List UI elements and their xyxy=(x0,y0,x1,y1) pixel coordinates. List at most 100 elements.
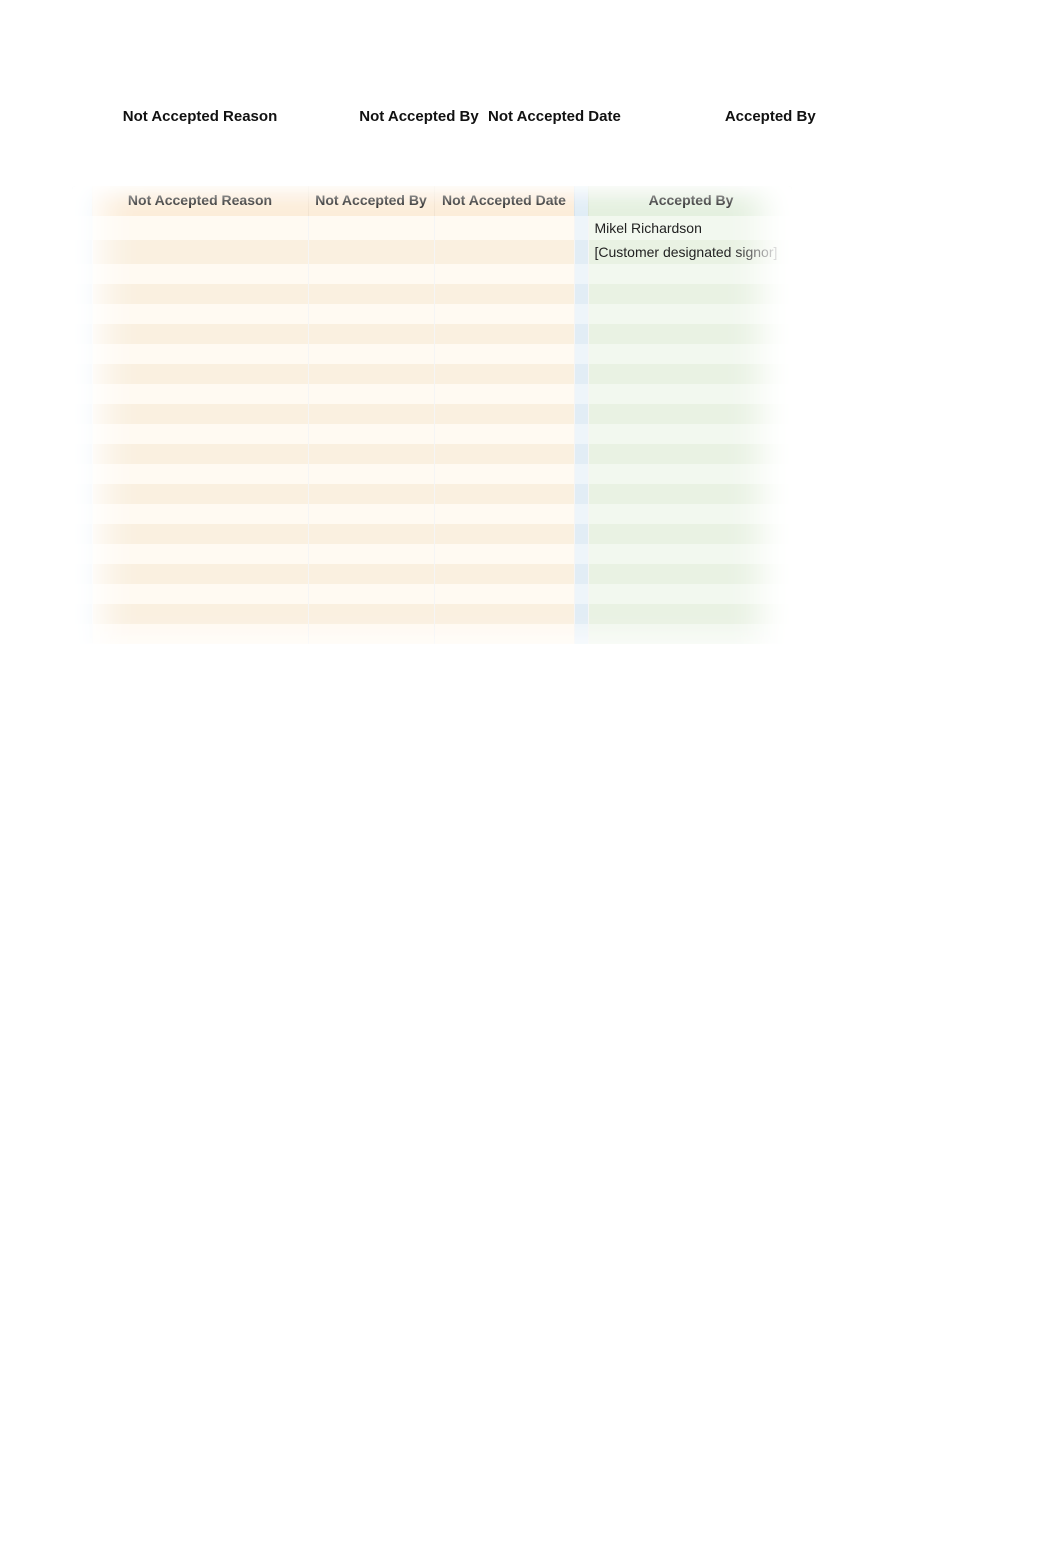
cell-index xyxy=(72,284,92,304)
cell-accepted-by xyxy=(588,264,792,284)
cell-not-accepted-reason xyxy=(92,344,308,364)
cell-spacer xyxy=(574,240,588,264)
cell-not-accepted-reason xyxy=(92,216,308,240)
outline-header: Not Accepted Reason Not Accepted By Not … xyxy=(92,108,931,125)
table-row xyxy=(72,384,792,404)
cell-spacer xyxy=(574,404,588,424)
cell-not-accepted-by xyxy=(308,264,434,284)
table-row xyxy=(72,604,792,624)
table-row xyxy=(72,444,792,464)
col-header-not-accepted-by: Not Accepted By xyxy=(308,186,434,216)
cell-not-accepted-date xyxy=(434,384,574,404)
cell-accepted-by xyxy=(588,544,792,564)
cell-not-accepted-date xyxy=(434,216,574,240)
cell-accepted-by xyxy=(588,524,792,544)
cell-not-accepted-date xyxy=(434,364,574,384)
cell-not-accepted-by xyxy=(308,324,434,344)
cell-not-accepted-reason xyxy=(92,240,308,264)
cell-not-accepted-by xyxy=(308,564,434,584)
table-preview: Not Accepted Reason Not Accepted By Not … xyxy=(72,186,792,710)
col-header-index xyxy=(72,186,92,216)
cell-index xyxy=(72,584,92,604)
col-header-accepted-by: Accepted By xyxy=(588,186,792,216)
cell-spacer xyxy=(574,384,588,404)
cell-not-accepted-reason xyxy=(92,284,308,304)
cell-not-accepted-date xyxy=(434,504,574,524)
cell-accepted-by xyxy=(588,404,792,424)
cell-not-accepted-reason xyxy=(92,624,308,644)
table-row xyxy=(72,464,792,484)
cell-spacer xyxy=(574,484,588,504)
cell-not-accepted-by xyxy=(308,444,434,464)
cell-index xyxy=(72,304,92,324)
cell-not-accepted-date xyxy=(434,344,574,364)
cell-not-accepted-reason xyxy=(92,464,308,484)
cell-not-accepted-date xyxy=(434,584,574,604)
table-row: [Customer designated signor] xyxy=(72,240,792,264)
cell-not-accepted-date xyxy=(434,544,574,564)
cell-not-accepted-date xyxy=(434,524,574,544)
cell-spacer xyxy=(574,344,588,364)
table-row xyxy=(72,364,792,384)
cell-not-accepted-reason xyxy=(92,304,308,324)
cell-spacer xyxy=(574,544,588,564)
cell-not-accepted-by xyxy=(308,584,434,604)
cell-not-accepted-date xyxy=(434,464,574,484)
cell-not-accepted-by xyxy=(308,344,434,364)
table-row xyxy=(72,584,792,604)
outline-header-col-by: Not Accepted By xyxy=(356,108,482,125)
table-row xyxy=(72,564,792,584)
cell-index xyxy=(72,424,92,444)
cell-not-accepted-by xyxy=(308,284,434,304)
cell-not-accepted-by xyxy=(308,404,434,424)
cell-not-accepted-date xyxy=(434,444,574,464)
cell-not-accepted-by xyxy=(308,364,434,384)
cell-accepted-by: Mikel Richardson xyxy=(588,216,792,240)
cell-index xyxy=(72,564,92,584)
cell-accepted-by xyxy=(588,624,792,644)
cell-spacer xyxy=(574,464,588,484)
table-row xyxy=(72,504,792,524)
acceptance-table: Not Accepted Reason Not Accepted By Not … xyxy=(72,186,792,644)
cell-spacer xyxy=(574,584,588,604)
cell-index xyxy=(72,240,92,264)
cell-accepted-by xyxy=(588,484,792,504)
cell-not-accepted-by xyxy=(308,544,434,564)
cell-index xyxy=(72,604,92,624)
cell-not-accepted-date xyxy=(434,624,574,644)
col-header-spacer xyxy=(574,186,588,216)
cell-not-accepted-date xyxy=(434,424,574,444)
cell-accepted-by xyxy=(588,304,792,324)
table-row xyxy=(72,284,792,304)
cell-accepted-by xyxy=(588,344,792,364)
cell-not-accepted-by xyxy=(308,216,434,240)
cell-not-accepted-reason xyxy=(92,424,308,444)
cell-not-accepted-by xyxy=(308,464,434,484)
cell-spacer xyxy=(574,264,588,284)
cell-spacer xyxy=(574,524,588,544)
table-row xyxy=(72,424,792,444)
cell-spacer xyxy=(574,304,588,324)
cell-not-accepted-date xyxy=(434,604,574,624)
cell-index xyxy=(72,464,92,484)
cell-accepted-by xyxy=(588,444,792,464)
outline-header-col-reason: Not Accepted Reason xyxy=(92,108,308,125)
cell-not-accepted-reason xyxy=(92,444,308,464)
cell-not-accepted-reason xyxy=(92,484,308,504)
cell-not-accepted-reason xyxy=(92,604,308,624)
cell-not-accepted-date xyxy=(434,564,574,584)
cell-accepted-by: [Customer designated signor] xyxy=(588,240,792,264)
cell-spacer xyxy=(574,284,588,304)
cell-accepted-by xyxy=(588,464,792,484)
cell-not-accepted-by xyxy=(308,424,434,444)
cell-not-accepted-by xyxy=(308,604,434,624)
cell-not-accepted-by xyxy=(308,524,434,544)
table-row xyxy=(72,544,792,564)
cell-not-accepted-date xyxy=(434,304,574,324)
cell-not-accepted-reason xyxy=(92,524,308,544)
table-row xyxy=(72,524,792,544)
outline-header-col-acby: Accepted By xyxy=(725,108,931,125)
table-row xyxy=(72,404,792,424)
table-header-row: Not Accepted Reason Not Accepted By Not … xyxy=(72,186,792,216)
cell-not-accepted-reason xyxy=(92,404,308,424)
